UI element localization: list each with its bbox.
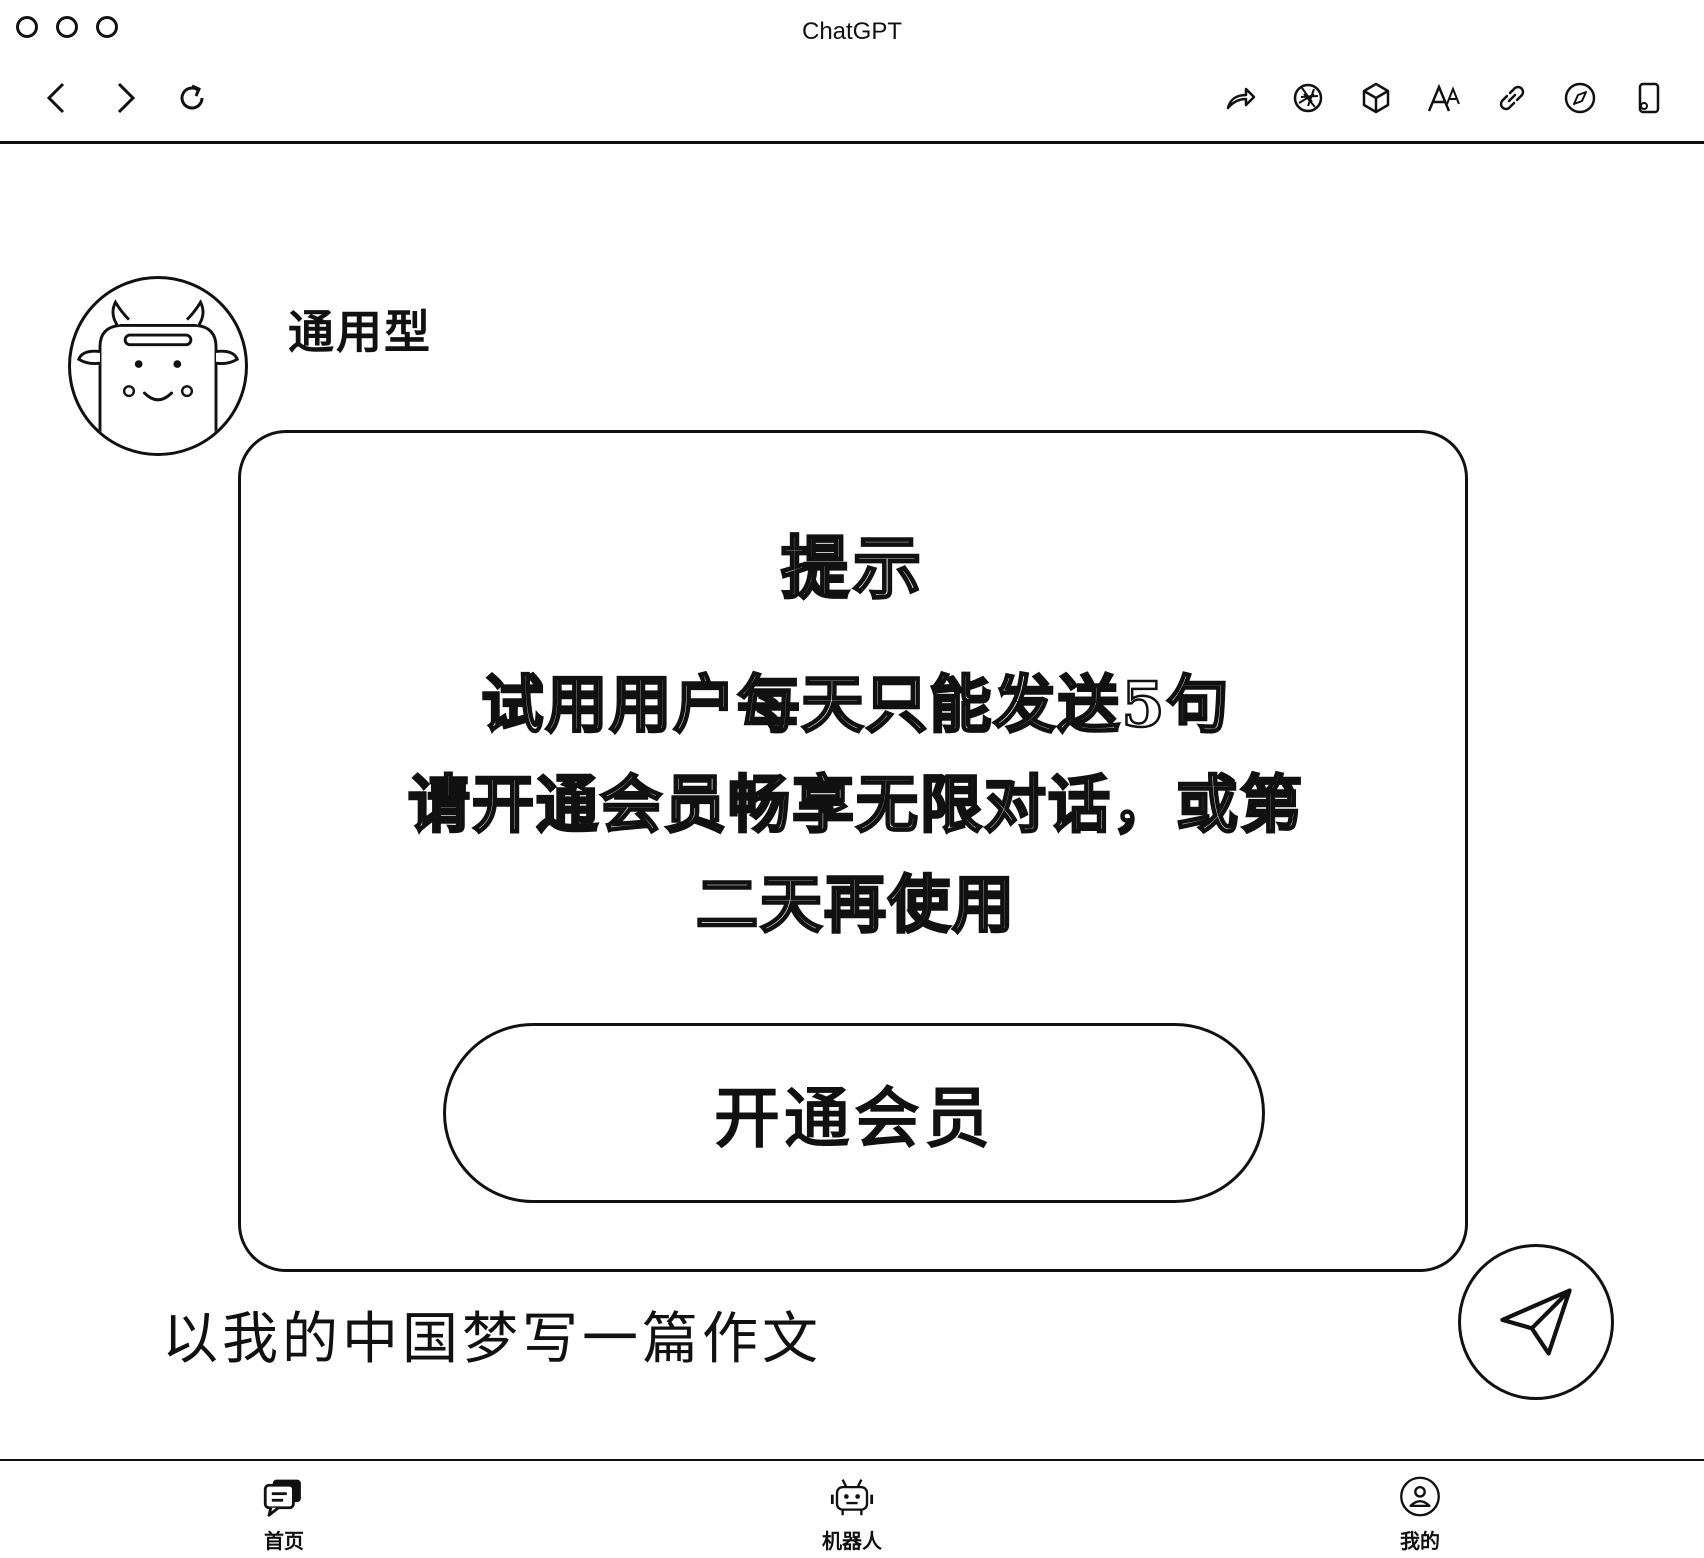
phone-icon — [1638, 82, 1660, 114]
link-button[interactable] — [1490, 76, 1534, 120]
device-button[interactable] — [1626, 76, 1670, 120]
aperture-icon — [1293, 83, 1323, 113]
reload-icon — [180, 84, 204, 110]
bot-name: 通用型 — [288, 305, 432, 359]
share-button[interactable] — [1218, 76, 1262, 120]
chat-icon — [263, 1479, 301, 1517]
share-icon — [1226, 87, 1256, 110]
cow-avatar-icon — [76, 299, 240, 453]
message-input[interactable]: 以我的中国梦写一篇作文 — [162, 1294, 822, 1375]
send-button[interactable] — [1458, 1244, 1614, 1400]
nav-robot[interactable]: 机器人 — [782, 1474, 922, 1554]
text-size-button[interactable] — [1422, 76, 1466, 120]
robot-icon — [830, 1479, 874, 1516]
compass-button[interactable] — [1558, 76, 1602, 120]
link-icon — [1499, 85, 1525, 111]
compass-icon — [1564, 82, 1596, 114]
bot-avatar — [68, 276, 248, 456]
toolbar-divider — [0, 141, 1704, 144]
send-icon — [1500, 1288, 1572, 1356]
toolbar — [0, 60, 1704, 142]
dialog-message-line: 请开通会员畅享无限对话，或第 — [407, 767, 1304, 843]
text-size-icon — [1427, 83, 1460, 112]
nav-home[interactable]: 首页 — [214, 1474, 354, 1554]
forward-icon — [117, 82, 136, 114]
cube-icon — [1362, 82, 1390, 114]
back-button[interactable] — [36, 76, 80, 120]
nav-robot-label: 机器人 — [822, 1529, 882, 1553]
nav-profile-label: 我的 — [1400, 1529, 1440, 1553]
dialog-message-line: 试用用户每天只能发送5句 — [480, 667, 1231, 743]
upgrade-dialog: 提示 试用用户每天只能发送5句 请开通会员畅享无限对话，或第 二天再使用 开通会… — [238, 430, 1468, 1272]
cube-button[interactable] — [1354, 76, 1398, 120]
user-icon — [1400, 1476, 1440, 1517]
dialog-message-line: 二天再使用 — [695, 867, 1016, 943]
aperture-button[interactable] — [1286, 76, 1330, 120]
dialog-title: 提示 — [780, 528, 925, 611]
dialog-message: 试用用户每天只能发送5句 请开通会员畅享无限对话，或第 二天再使用 — [361, 655, 1351, 955]
back-icon — [46, 82, 65, 114]
forward-button[interactable] — [102, 76, 146, 120]
reload-button[interactable] — [170, 76, 214, 120]
activate-membership-button[interactable]: 开通会员 — [443, 1023, 1265, 1203]
title-bar: ChatGPT — [0, 0, 1704, 60]
nav-profile[interactable]: 我的 — [1350, 1474, 1490, 1554]
nav-home-label: 首页 — [264, 1529, 304, 1553]
window-title: ChatGPT — [801, 18, 903, 45]
bottom-nav-divider — [0, 1459, 1704, 1461]
